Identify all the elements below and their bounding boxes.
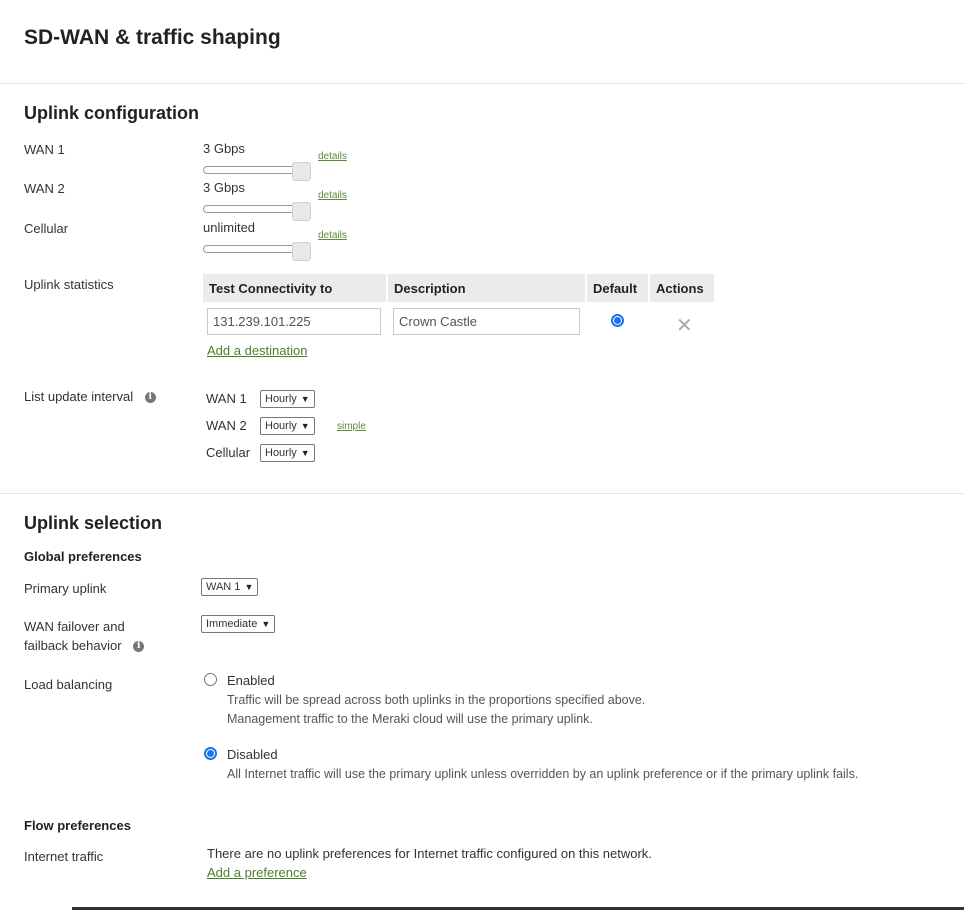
load-balancing-label: Load balancing	[24, 677, 113, 692]
load-balancing-disabled-radio[interactable]	[204, 747, 217, 760]
slider-handle[interactable]	[292, 202, 311, 221]
wan1-bandwidth-value: 3 Gbps	[203, 141, 245, 156]
select-value: Immediate	[206, 618, 258, 630]
select-value: Hourly	[265, 447, 297, 459]
interval-wan2-label: WAN 2	[206, 418, 247, 433]
uplink-statistics-label: Uplink statistics	[24, 277, 114, 292]
chevron-down-icon: ▼	[300, 448, 310, 458]
select-value: Hourly	[265, 393, 297, 405]
slider-track[interactable]	[203, 245, 303, 253]
slider-handle[interactable]	[292, 242, 311, 261]
remove-destination-icon[interactable]: ✕	[676, 313, 693, 338]
description-line: Management traffic to the Meraki cloud w…	[227, 712, 593, 726]
info-icon[interactable]: i	[144, 392, 156, 404]
description-line: All Internet traffic will use the primar…	[227, 767, 859, 781]
interval-cellular-select[interactable]: Hourly ▼	[260, 444, 315, 462]
failover-behavior-select[interactable]: Immediate ▼	[201, 615, 276, 633]
load-balancing-disabled-description: All Internet traffic will use the primar…	[227, 765, 858, 784]
section-divider	[0, 493, 964, 494]
slider-track[interactable]	[203, 205, 303, 213]
column-header-description: Description	[388, 274, 585, 302]
chevron-down-icon: ▼	[300, 394, 310, 404]
column-header-actions: Actions	[650, 274, 714, 302]
load-balancing-enabled-radio[interactable]	[204, 673, 217, 686]
list-update-interval-label: List update interval i	[24, 387, 156, 406]
chevron-down-icon: ▼	[300, 421, 310, 431]
column-header-default: Default	[587, 274, 648, 302]
chevron-down-icon: ▼	[261, 619, 271, 629]
cellular-label: Cellular	[24, 221, 69, 236]
failover-label-line2: failback behavior	[24, 638, 122, 653]
list-update-interval-text: List update interval	[24, 389, 134, 404]
wan1-label: WAN 1	[24, 142, 65, 157]
page-title: SD-WAN & traffic shaping	[24, 26, 281, 49]
add-preference-link[interactable]: Add a preference	[207, 865, 307, 880]
primary-uplink-label: Primary uplink	[24, 581, 107, 596]
destination-description-input[interactable]	[393, 308, 580, 335]
load-balancing-enabled-label[interactable]: Enabled	[227, 673, 275, 688]
wan2-label: WAN 2	[24, 181, 65, 196]
add-destination-link[interactable]: Add a destination	[207, 343, 307, 358]
select-value: Hourly	[265, 420, 297, 432]
interval-cellular-label: Cellular	[206, 445, 251, 460]
column-header-test-connectivity: Test Connectivity to	[203, 274, 386, 302]
global-preferences-heading: Global preferences	[24, 549, 142, 564]
wan2-bandwidth-value: 3 Gbps	[203, 180, 245, 195]
destination-ip-input[interactable]	[207, 308, 381, 335]
internet-traffic-label: Internet traffic	[24, 849, 104, 864]
interval-wan1-select[interactable]: Hourly ▼	[260, 390, 315, 408]
header-divider	[0, 83, 964, 84]
failover-label-line1: WAN failover and	[24, 619, 125, 634]
wan1-details-link[interactable]: details	[318, 151, 347, 162]
interval-wan1-label: WAN 1	[206, 391, 247, 406]
simple-link[interactable]: simple	[337, 421, 366, 432]
default-destination-radio[interactable]	[611, 314, 624, 327]
load-balancing-disabled-label[interactable]: Disabled	[227, 747, 278, 762]
uplink-selection-heading: Uplink selection	[24, 513, 163, 533]
failover-label-line2-wrap: failback behavior i	[24, 636, 145, 655]
load-balancing-enabled-description: Traffic will be spread across both uplin…	[227, 691, 645, 729]
uplink-configuration-heading: Uplink configuration	[24, 103, 199, 123]
info-icon[interactable]: i	[133, 641, 145, 653]
cellular-details-link[interactable]: details	[318, 230, 347, 241]
wan2-details-link[interactable]: details	[318, 190, 347, 201]
failover-label: WAN failover and failback behavior i	[24, 617, 145, 655]
primary-uplink-select[interactable]: WAN 1 ▼	[201, 578, 259, 596]
description-line: Traffic will be spread across both uplin…	[227, 693, 646, 707]
interval-wan2-select[interactable]: Hourly ▼	[260, 417, 315, 435]
select-value: WAN 1	[206, 581, 241, 593]
slider-track[interactable]	[203, 166, 303, 174]
cellular-bandwidth-value: unlimited	[203, 220, 256, 235]
slider-handle[interactable]	[292, 162, 311, 181]
flow-preferences-heading: Flow preferences	[24, 818, 131, 833]
chevron-down-icon: ▼	[244, 582, 254, 592]
no-preferences-message: There are no uplink preferences for Inte…	[207, 846, 652, 861]
